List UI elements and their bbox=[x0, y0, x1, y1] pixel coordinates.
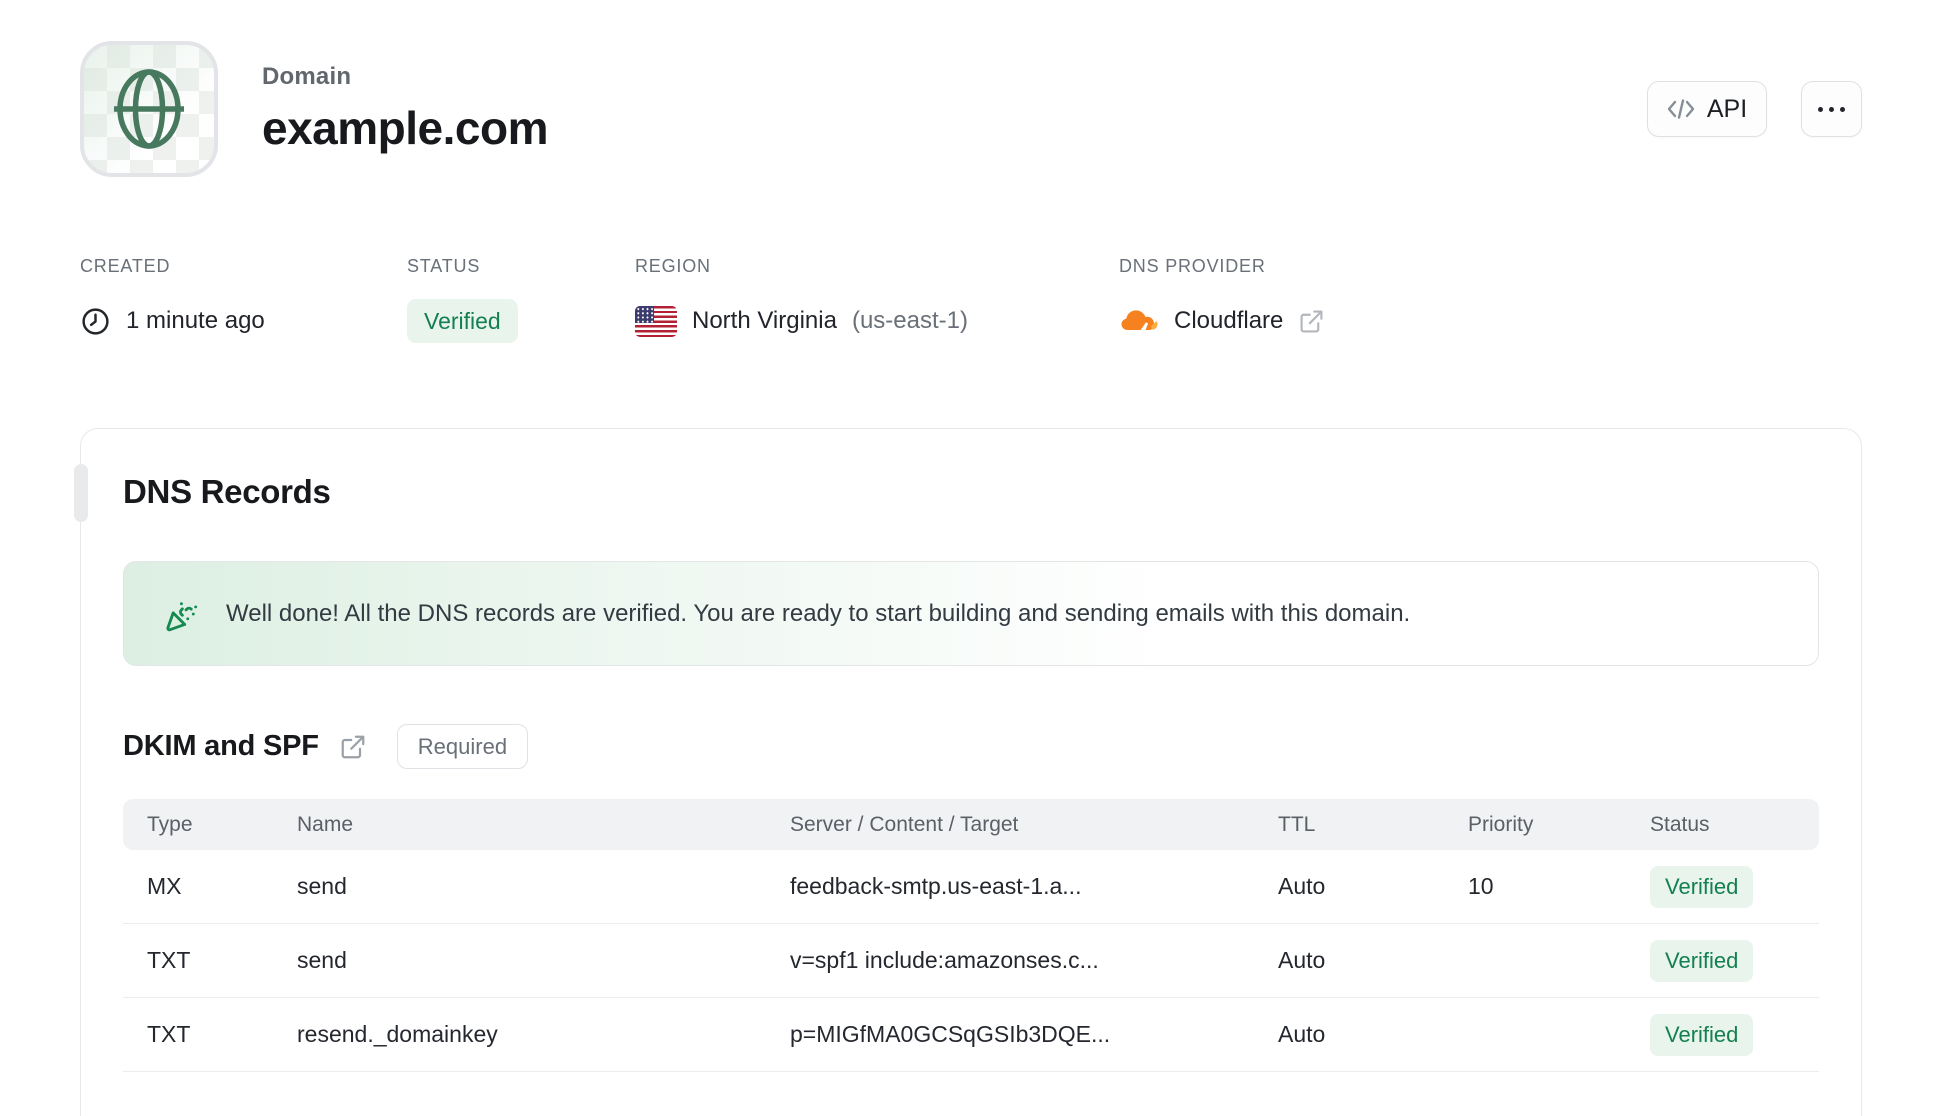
created-value: 1 minute ago bbox=[126, 307, 265, 334]
record-status-badge: Verified bbox=[1650, 865, 1754, 908]
ellipsis-icon bbox=[1818, 106, 1845, 112]
record-type: TXT bbox=[147, 947, 191, 973]
record-priority: 10 bbox=[1468, 873, 1494, 899]
record-ttl: Auto bbox=[1278, 947, 1326, 973]
col-type: Type bbox=[147, 812, 193, 836]
more-button[interactable] bbox=[1801, 81, 1862, 137]
dns-records-card: DNS Records Well done! All the DNS recor… bbox=[74, 428, 1862, 1116]
table-row: TXT resend._domainkey p=MIGfMA0GCSqGSIb3… bbox=[123, 998, 1819, 1072]
dns-provider-external-link[interactable] bbox=[1298, 308, 1325, 335]
page-header: Domain example.com API bbox=[80, 41, 1862, 177]
dns-records-table: Type Name Server / Content / Target TTL … bbox=[123, 799, 1819, 1072]
external-link-icon bbox=[339, 733, 367, 761]
cloudflare-icon bbox=[1119, 307, 1159, 335]
success-banner: Well done! All the DNS records are verif… bbox=[123, 561, 1819, 666]
status-label: STATUS bbox=[407, 256, 481, 276]
api-button-label: API bbox=[1706, 94, 1748, 123]
record-content: v=spf1 include:amazonses.c... bbox=[790, 947, 1099, 973]
meta-dns-provider: DNS PROVIDER Cloudflare bbox=[1119, 256, 1325, 343]
code-icon bbox=[1667, 98, 1695, 120]
required-badge: Required bbox=[396, 724, 529, 769]
record-type: TXT bbox=[147, 1021, 191, 1047]
col-ttl: TTL bbox=[1278, 812, 1316, 836]
col-content: Server / Content / Target bbox=[790, 812, 1019, 836]
table-row: TXT send v=spf1 include:amazonses.c... A… bbox=[123, 924, 1819, 998]
globe-icon bbox=[105, 65, 193, 153]
col-priority: Priority bbox=[1468, 812, 1534, 836]
party-popper-icon bbox=[164, 595, 202, 633]
record-ttl: Auto bbox=[1278, 873, 1326, 899]
record-status-badge: Verified bbox=[1650, 939, 1754, 982]
dkim-spf-section-head: DKIM and SPF Required bbox=[123, 724, 1819, 769]
region-code: (us-east-1) bbox=[851, 307, 968, 334]
domain-meta-row: CREATED 1 minute ago STATUS Verified REG… bbox=[80, 256, 1325, 343]
record-type: MX bbox=[147, 873, 182, 899]
dns-records-title: DNS Records bbox=[123, 473, 331, 510]
record-ttl: Auto bbox=[1278, 1021, 1326, 1047]
meta-status: STATUS Verified bbox=[407, 256, 635, 343]
record-name: resend._domainkey bbox=[297, 1021, 498, 1047]
record-name: send bbox=[297, 947, 347, 973]
region-label: REGION bbox=[635, 256, 711, 276]
page-title: example.com bbox=[262, 102, 548, 154]
col-status: Status bbox=[1650, 812, 1710, 836]
domain-avatar bbox=[80, 41, 218, 177]
dns-provider-value: Cloudflare bbox=[1174, 307, 1284, 334]
status-badge: Verified bbox=[407, 299, 518, 343]
external-link-icon bbox=[1298, 308, 1325, 335]
success-banner-text: Well done! All the DNS records are verif… bbox=[226, 599, 1411, 627]
record-status-badge: Verified bbox=[1650, 1013, 1754, 1056]
header-actions: API bbox=[1647, 81, 1862, 137]
meta-region: REGION North Virginia (us-east-1) bbox=[635, 256, 1119, 343]
page-eyebrow: Domain bbox=[262, 63, 352, 90]
api-button[interactable]: API bbox=[1647, 81, 1767, 137]
record-content: p=MIGfMA0GCSqGSIb3DQE... bbox=[790, 1021, 1111, 1047]
record-name: send bbox=[297, 873, 347, 899]
meta-created: CREATED 1 minute ago bbox=[80, 256, 407, 343]
region-value: North Virginia bbox=[692, 307, 837, 334]
col-name: Name bbox=[297, 812, 354, 836]
table-header-row: Type Name Server / Content / Target TTL … bbox=[123, 799, 1819, 850]
us-flag-icon bbox=[635, 305, 677, 337]
domain-detail-page: Domain example.com API CREATED 1 minute … bbox=[0, 0, 1944, 1116]
section-scroll-indicator bbox=[74, 464, 88, 522]
record-content: feedback-smtp.us-east-1.a... bbox=[790, 873, 1082, 899]
dkim-spf-external-link[interactable] bbox=[339, 733, 367, 761]
dkim-spf-title: DKIM and SPF bbox=[123, 730, 319, 762]
clock-icon bbox=[80, 306, 111, 337]
title-block: Domain example.com bbox=[262, 63, 548, 155]
created-label: CREATED bbox=[80, 256, 171, 276]
table-row: MX send feedback-smtp.us-east-1.a... Aut… bbox=[123, 850, 1819, 924]
dns-provider-label: DNS PROVIDER bbox=[1119, 256, 1266, 276]
